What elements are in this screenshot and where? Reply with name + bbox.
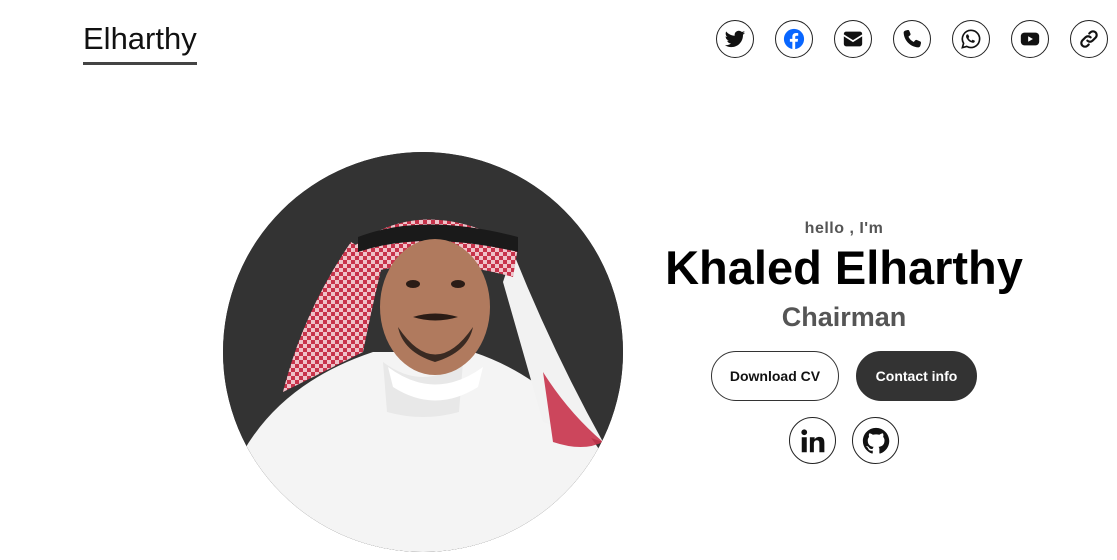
github-link[interactable] — [852, 417, 899, 464]
linkedin-link[interactable] — [789, 417, 836, 464]
twitter-link[interactable] — [716, 20, 754, 58]
social-links-bar — [716, 20, 1108, 58]
whatsapp-link[interactable] — [952, 20, 990, 58]
github-icon — [862, 427, 889, 454]
phone-icon — [903, 29, 922, 48]
youtube-icon — [1020, 32, 1040, 46]
website-link[interactable] — [1070, 20, 1108, 58]
person-role: Chairman — [781, 302, 907, 332]
greeting-text: hello , I'm — [804, 220, 884, 237]
youtube-link[interactable] — [1011, 20, 1049, 58]
envelope-icon — [843, 31, 863, 47]
contact-info-button[interactable]: Contact info — [856, 351, 977, 401]
hero-actions: Download CV Contact info — [640, 351, 1048, 401]
profile-photo-illustration — [223, 152, 623, 552]
facebook-icon — [783, 28, 805, 50]
linkedin-icon — [800, 428, 824, 452]
person-name: Khaled Elharthy — [665, 241, 1023, 294]
facebook-link[interactable] — [775, 20, 813, 58]
intro-section: hello , I'm Khaled Elharthy Chairman Dow… — [640, 218, 1048, 464]
twitter-icon — [724, 30, 746, 48]
download-cv-button[interactable]: Download CV — [711, 351, 839, 401]
profile-links — [640, 417, 1048, 464]
page: Elharthy hello , I'm Khaled Elharthy Cha… — [0, 0, 1117, 560]
phone-link[interactable] — [893, 20, 931, 58]
whatsapp-icon — [961, 29, 981, 49]
link-icon — [1080, 30, 1098, 48]
brand-logo[interactable]: Elharthy — [83, 20, 197, 65]
email-link[interactable] — [834, 20, 872, 58]
profile-photo — [223, 152, 623, 552]
